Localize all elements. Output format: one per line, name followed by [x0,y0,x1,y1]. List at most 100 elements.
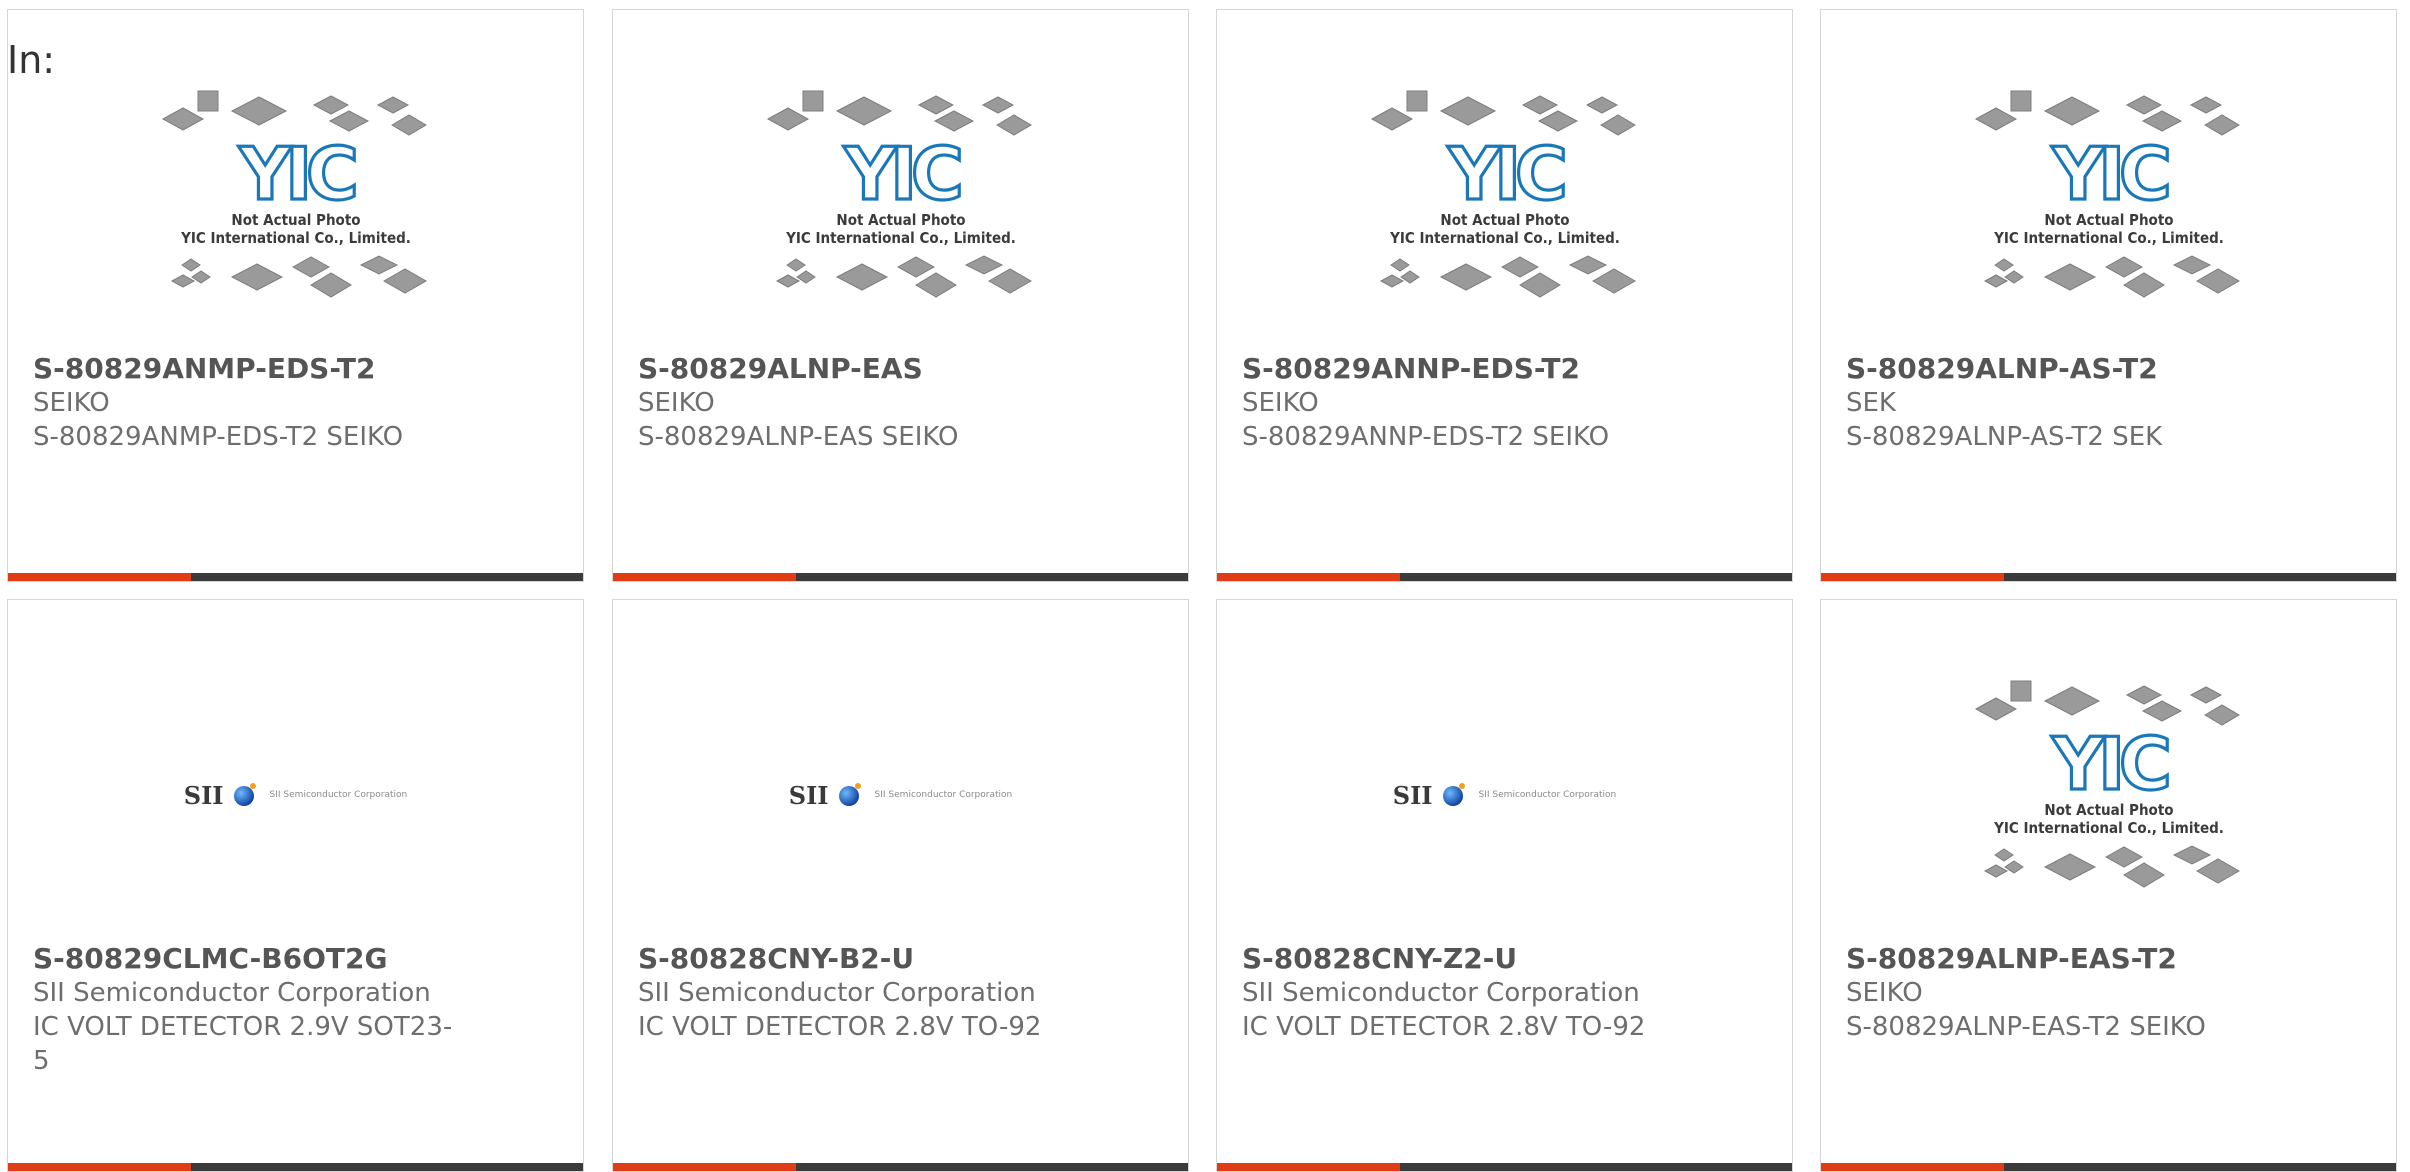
product-image: SII SII Semiconductor Corporation [8,650,583,940]
placeholder-caption-line2: YIC International Co., Limited. [1993,819,2224,837]
product-card[interactable]: SII SII Semiconductor Corporation S-8082… [612,599,1189,1172]
product-card[interactable]: SII SII Semiconductor Corporation S-8082… [1216,599,1793,1172]
chip-shape [2010,90,2031,112]
chip-shape [2010,680,2031,702]
card-accent [613,573,796,581]
yic-logo: YIC [2051,132,2168,216]
chip-shape [390,114,427,136]
sii-logo-sub: SII Semiconductor Corporation [1478,790,1617,800]
chip-shape [766,107,809,131]
chip-shape [170,274,195,288]
chip-shape [376,96,409,114]
chip-shape [835,96,892,126]
chip-shape [2043,96,2100,126]
chip-shape [2122,272,2165,298]
chip-shape [2172,845,2211,865]
intro-label: In: [7,38,56,82]
globe-icon [838,783,861,806]
chip-shape [328,110,369,132]
card-bottom-bar [1217,1163,1792,1171]
chip-shape [197,90,218,112]
chip-shape [2043,686,2100,716]
yic-logo: YIC [238,132,355,216]
yic-placeholder-image: YICNot Actual PhotoYIC International Co.… [1974,90,2240,298]
product-image: YIC Not Actual Photo YIC International Co.… [1217,60,1792,350]
product-card[interactable]: YIC Not Actual Photo YIC International Co.… [612,9,1189,582]
product-grid: YIC Not Actual Photo YIC International Co.… [0,0,2410,1172]
sii-logo: SII SII Semiconductor Corporation [1393,781,1616,810]
chip-shape [2104,256,2143,278]
globe-icon [1442,783,1465,806]
manufacturer: SEIKO [638,388,715,418]
chip-shape [1983,864,2008,878]
product-image: SII SII Semiconductor Corporation [1217,650,1792,940]
manufacturer: SEIKO [33,388,110,418]
placeholder-caption-line1: Not Actual Photo [2044,211,2173,229]
chip-shape [291,256,330,278]
product-card[interactable]: YIC Not Actual Photo YIC International Co.… [1820,9,2397,582]
chip-shape [1537,110,1578,132]
part-number[interactable]: S-80829ALNP-AS-T2 [1846,352,2276,386]
part-number[interactable]: S-80829ANMP-EDS-T2 [33,352,463,386]
manufacturer: SII Semiconductor Corporation [638,978,1036,1008]
product-image: YIC Not Actual Photo YIC International Co.… [613,60,1188,350]
chip-shape [2104,846,2143,868]
sii-logo: SII SII Semiconductor Corporation [184,781,407,810]
product-image: YIC Not Actual Photo YIC International Co.… [1821,650,2396,940]
card-bottom-bar [8,573,583,581]
description: S-80829ALNP-EAS SEIKO [638,422,959,452]
chip-shape [359,255,398,275]
card-accent [1217,573,1400,581]
chip-shape [2043,263,2096,291]
manufacturer: SII Semiconductor Corporation [33,978,431,1008]
chip-shape [987,268,1032,294]
yic-placeholder-image: YICNot Actual PhotoYIC International Co.… [766,90,1032,298]
description: S-80829ALNP-AS-T2 SEK [1846,422,2163,452]
part-number[interactable]: S-80829ALNP-EAS-T2 [1846,942,2276,976]
chip-shape [917,95,954,115]
product-card[interactable]: YIC Not Actual Photo YIC International Co.… [1216,9,1793,582]
product-card[interactable]: YIC Not Actual Photo YIC International Co.… [7,9,584,582]
part-number[interactable]: S-80828CNY-B2-U [638,942,1068,976]
chip-shape [1406,90,1427,112]
chip-shape [1974,697,2017,721]
chip-shape [1591,268,1636,294]
card-bottom-bar [8,1163,583,1171]
chip-shape [1568,255,1607,275]
chip-shape [914,272,957,298]
chip-shape [2203,114,2240,136]
product-card[interactable]: YIC Not Actual Photo YIC International Co.… [1820,599,2397,1172]
description: S-80829ALNP-EAS-T2 SEIKO [1846,1012,2206,1042]
product-card[interactable]: SII SII Semiconductor Corporation S-8082… [7,599,584,1172]
sii-logo-mark: SII [1392,780,1433,810]
chip-shape [190,270,211,284]
chip-shape [2195,268,2240,294]
part-number[interactable]: S-80829ANNP-EDS-T2 [1242,352,1672,386]
chip-shape [1370,107,1413,131]
chip-shape [2122,862,2165,888]
product-image: YIC Not Actual Photo YIC International Co.… [1821,60,2396,350]
part-number[interactable]: S-80829CLMC-B6OT2G [33,942,463,976]
chip-shape [312,95,349,115]
part-number[interactable]: S-80829ALNP-EAS [638,352,1068,386]
manufacturer: SEIKO [1846,978,1923,1008]
chip-shape [1993,848,2014,862]
chip-shape [2203,704,2240,726]
product-image: SII SII Semiconductor Corporation [613,650,1188,940]
chip-shape [382,268,427,294]
chip-shape [1500,256,1539,278]
part-number[interactable]: S-80828CNY-Z2-U [1242,942,1672,976]
chip-shape [2043,853,2096,881]
globe-icon [233,783,256,806]
chip-shape [2003,860,2024,874]
description: IC VOLT DETECTOR 2.8V TO-92 [1242,1012,1646,1042]
chip-shape [1599,114,1636,136]
card-accent [8,573,191,581]
yic-logo: YIC [1447,132,1564,216]
chip-shape [2141,700,2182,722]
placeholder-caption-line2: YIC International Co., Limited. [1993,229,2224,247]
chip-shape [995,114,1032,136]
chip-shape [981,96,1014,114]
placeholder-caption-line2: YIC International Co., Limited. [180,229,411,247]
chip-shape [1993,258,2014,272]
